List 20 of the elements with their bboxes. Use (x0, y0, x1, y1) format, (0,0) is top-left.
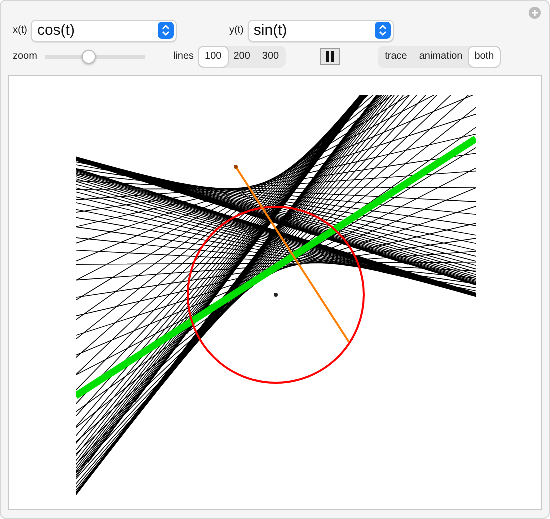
pause-button[interactable] (320, 48, 340, 66)
function-label: x(t) (13, 25, 28, 36)
lines-label: lines (173, 51, 194, 62)
lines-option[interactable]: 100 (199, 46, 228, 67)
function-dropdown[interactable]: cos(t) (31, 20, 178, 42)
center-dot (274, 293, 278, 297)
slider-thumb[interactable] (82, 50, 96, 64)
zoom-label: zoom (13, 51, 38, 62)
endpoint-dot (234, 165, 238, 169)
function-label: y(t) (229, 25, 244, 36)
mode-option[interactable]: animation (413, 46, 469, 67)
stepper-icon (158, 22, 174, 40)
pause-icon (325, 51, 336, 62)
stepper-icon (374, 22, 391, 40)
lines-option[interactable]: 200 (228, 46, 256, 67)
lines-option[interactable]: 300 (256, 46, 286, 67)
mode-option[interactable]: both (468, 46, 500, 67)
function-dropdown[interactable]: sin(t) (248, 20, 394, 42)
add-icon[interactable] (529, 7, 541, 19)
mode-option[interactable]: trace (379, 46, 414, 67)
